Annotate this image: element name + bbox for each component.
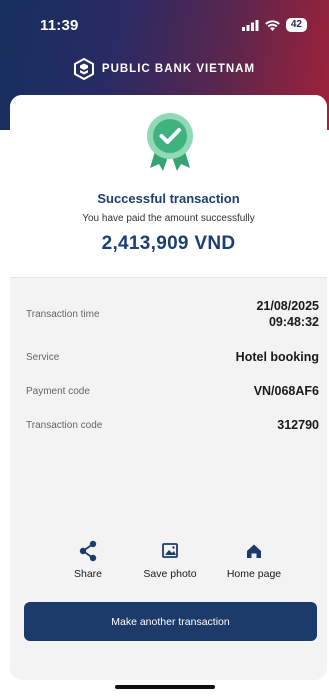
transaction-details: Transaction time 21/08/2025 09:48:32 Ser…: [10, 278, 327, 442]
transaction-date: 21/08/2025: [256, 299, 319, 313]
home-page-button[interactable]: Home page: [214, 540, 294, 580]
success-description: You have paid the amount successfully: [82, 213, 255, 224]
battery-icon: 42: [285, 18, 307, 32]
action-bar: Share Save photo Home page: [10, 540, 327, 600]
transaction-clock: 09:48:32: [268, 315, 319, 329]
detail-label: Service: [26, 351, 60, 363]
detail-value: VN/068AF6: [253, 384, 319, 398]
make-another-transaction-button[interactable]: Make another transaction: [24, 602, 317, 641]
home-icon: [247, 544, 261, 558]
save-photo-label: Save photo: [143, 568, 197, 580]
home-page-label: Home page: [226, 568, 282, 580]
detail-label: Transaction time: [26, 308, 100, 320]
bank-logo-icon: [73, 58, 94, 80]
home-indicator: [115, 685, 215, 689]
detail-value: 21/08/2025 09:48:32: [256, 298, 319, 330]
detail-row-transaction-time: Transaction time 21/08/2025 09:48:32: [26, 288, 319, 340]
image-icon: [162, 543, 178, 558]
status-time: 11:39: [40, 17, 79, 34]
detail-label: Payment code: [26, 385, 90, 397]
share-button[interactable]: Share: [48, 540, 128, 580]
wifi-icon: [265, 19, 280, 31]
success-badge-icon: [147, 113, 193, 171]
detail-row-payment-code: Payment code VN/068AF6: [26, 374, 319, 408]
share-icon: [79, 540, 97, 562]
detail-label: Transaction code: [26, 419, 103, 431]
brand: PUBLIC BANK VIETNAM: [0, 58, 329, 80]
transaction-amount: 2,413,909 VND: [101, 233, 236, 254]
detail-row-transaction-code: Transaction code 312790: [26, 408, 319, 442]
detail-value: Hotel booking: [235, 350, 319, 364]
detail-row-service: Service Hotel booking: [26, 340, 319, 374]
signal-icon: [241, 19, 259, 31]
detail-value: 312790: [277, 418, 319, 432]
status-icons: 42: [241, 18, 307, 32]
brand-name: PUBLIC BANK VIETNAM: [101, 63, 256, 75]
status-bar: 11:39 42: [0, 0, 329, 44]
share-label: Share: [73, 568, 103, 580]
make-another-transaction-label: Make another transaction: [111, 615, 230, 628]
save-photo-button[interactable]: Save photo: [130, 540, 210, 580]
success-title: Successful transaction: [97, 191, 240, 206]
result-section: Successful transaction You have paid the…: [10, 95, 327, 278]
